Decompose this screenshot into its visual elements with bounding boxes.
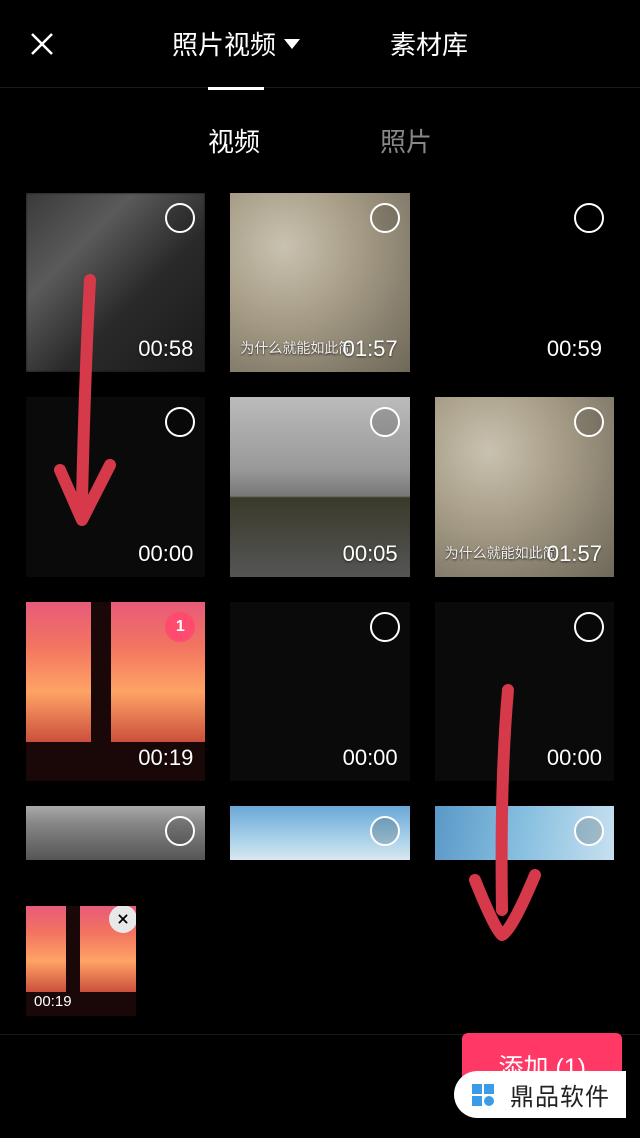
video-item[interactable]: 1 00:19	[26, 602, 205, 781]
video-caption: 为什么就能如此简单	[445, 543, 554, 563]
video-item[interactable]: 00:59	[435, 193, 614, 372]
select-indicator[interactable]	[574, 816, 604, 846]
video-item[interactable]: 00:00	[26, 397, 205, 576]
video-duration: 01:57	[547, 541, 602, 567]
tray-remove-button[interactable]	[109, 906, 136, 933]
video-duration: 00:58	[138, 336, 193, 362]
watermark-text: 鼎品软件	[510, 1077, 610, 1112]
close-icon	[116, 912, 130, 926]
select-indicator[interactable]	[370, 612, 400, 642]
video-duration: 01:57	[343, 336, 398, 362]
sub-tabs: 视频 照片	[0, 88, 640, 193]
watermark-logo-icon	[466, 1078, 500, 1112]
video-item[interactable]: 为什么就能如此简单01:57	[230, 193, 409, 372]
select-indicator[interactable]	[370, 203, 400, 233]
video-duration: 00:00	[547, 745, 602, 771]
video-caption: 为什么就能如此简单	[240, 338, 349, 358]
video-duration: 00:00	[138, 541, 193, 567]
video-item[interactable]: 00:00	[435, 602, 614, 781]
sub-tab-1[interactable]: 照片	[380, 122, 432, 159]
sub-tab-0[interactable]: 视频	[208, 122, 260, 159]
video-grid: 00:58为什么就能如此简单01:5700:5900:0000:05为什么就能如…	[0, 193, 640, 860]
video-duration: 00:59	[547, 336, 602, 362]
video-item[interactable]	[435, 806, 614, 860]
select-indicator[interactable]	[370, 816, 400, 846]
header: 照片视频 素材库	[0, 0, 640, 88]
tray-item[interactable]: 00:19	[26, 906, 136, 1016]
video-item[interactable]	[26, 806, 205, 860]
selected-tray: 00:19	[0, 888, 640, 1034]
header-tab-label: 素材库	[390, 25, 468, 62]
select-indicator[interactable]	[574, 203, 604, 233]
video-duration: 00:19	[138, 745, 193, 771]
close-icon	[27, 29, 57, 59]
video-item[interactable]	[230, 806, 409, 860]
chevron-down-icon	[284, 39, 300, 49]
select-indicator[interactable]: 1	[165, 612, 195, 642]
header-tab-label: 照片视频	[172, 25, 276, 62]
header-tab-1[interactable]: 素材库	[390, 0, 468, 90]
watermark: 鼎品软件	[454, 1071, 626, 1118]
close-button[interactable]	[20, 22, 64, 66]
video-item[interactable]: 00:00	[230, 602, 409, 781]
select-indicator[interactable]	[574, 612, 604, 642]
select-indicator[interactable]	[370, 407, 400, 437]
tray-duration: 00:19	[34, 993, 72, 1010]
video-item[interactable]: 00:05	[230, 397, 409, 576]
video-item[interactable]: 00:58	[26, 193, 205, 372]
header-tab-0[interactable]: 照片视频	[172, 0, 300, 90]
video-item[interactable]: 为什么就能如此简单01:57	[435, 397, 614, 576]
video-duration: 00:00	[343, 745, 398, 771]
header-tabs: 照片视频 素材库	[64, 0, 576, 90]
video-duration: 00:05	[343, 541, 398, 567]
